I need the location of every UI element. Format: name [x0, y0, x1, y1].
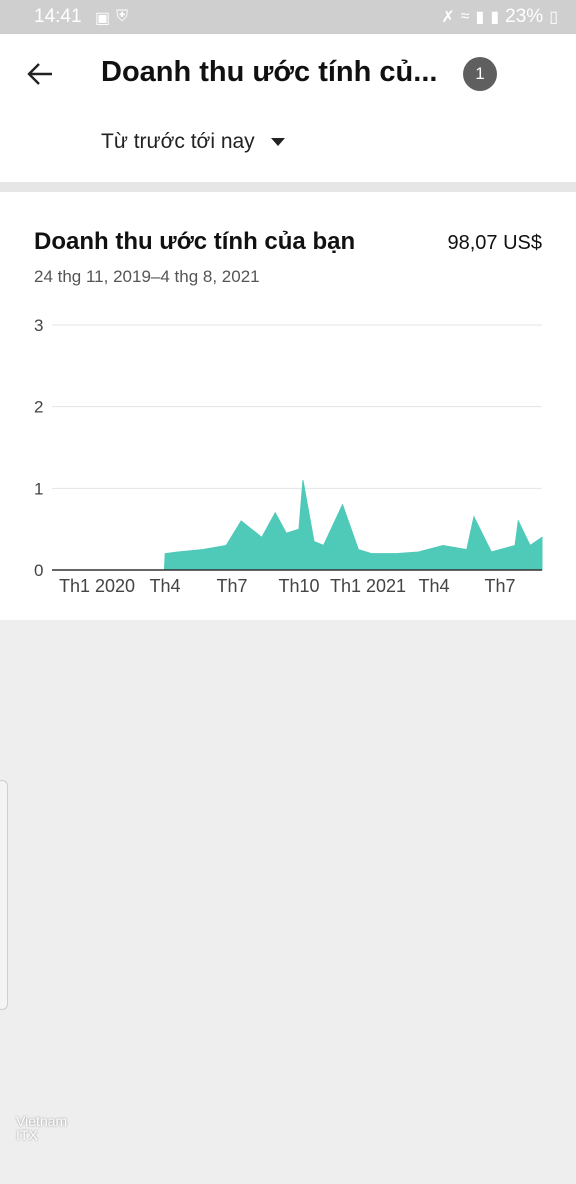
signal-icon: ▮	[475, 9, 485, 26]
watermark-logo: Vietnam ITX	[16, 1114, 67, 1142]
x-tick-label: Th10	[278, 576, 319, 596]
divider	[0, 182, 576, 192]
image-icon: ▣	[95, 10, 111, 27]
x-tick-label: Th7	[216, 576, 247, 596]
watermark-line-1: Vietnam	[16, 1113, 68, 1129]
x-tick-label: Th7	[484, 576, 515, 596]
mute-icon: ✗	[441, 9, 455, 26]
x-tick-label: Th1 2021	[330, 576, 406, 596]
y-tick-label: 0	[34, 561, 43, 580]
x-tick-label: Th1 2020	[59, 576, 135, 596]
app-bar: Doanh thu ước tính củ... 1 Từ trước tới …	[0, 34, 576, 182]
y-tick-label: 2	[34, 398, 43, 417]
status-time: 14:41	[34, 6, 82, 27]
page-title: Doanh thu ước tính củ...	[101, 56, 438, 88]
arrow-left-icon	[27, 63, 52, 85]
y-tick-label: 1	[34, 479, 43, 498]
x-tick-label: Th4	[418, 576, 449, 596]
y-tick-label: 3	[34, 316, 43, 335]
battery-level: 23%	[505, 6, 544, 27]
shield-icon: ⛨	[116, 8, 129, 25]
side-panel-handle[interactable]	[0, 780, 8, 1010]
battery-icon: ▯	[549, 9, 558, 26]
status-left-icons: ▣ ⛨	[95, 8, 128, 28]
wifi-icon: ≈	[460, 8, 470, 25]
date-range-dropdown[interactable]: Từ trước tới nay	[101, 130, 285, 154]
x-tick-label: Th4	[149, 576, 180, 596]
status-right-icons: ✗ ≈ ▮ ▮ 23% ▯	[441, 6, 558, 28]
revenue-chart[interactable]: 0 1 2 3 Th1 2020 Th4 Th7 Th10 Th1 2021 Th4 Th7	[0, 192, 576, 620]
series-area	[52, 480, 543, 571]
date-range-label: Từ trước tới nay	[101, 130, 255, 153]
notification-badge[interactable]: 1	[463, 57, 497, 91]
signal-icon: ▮	[490, 9, 500, 26]
chevron-down-icon	[270, 138, 285, 146]
status-bar: 14:41 ▣ ⛨ ✗ ≈ ▮ ▮ 23% ▯	[0, 0, 576, 34]
back-button[interactable]	[20, 54, 60, 94]
watermark-line-2: ITX	[16, 1127, 38, 1143]
